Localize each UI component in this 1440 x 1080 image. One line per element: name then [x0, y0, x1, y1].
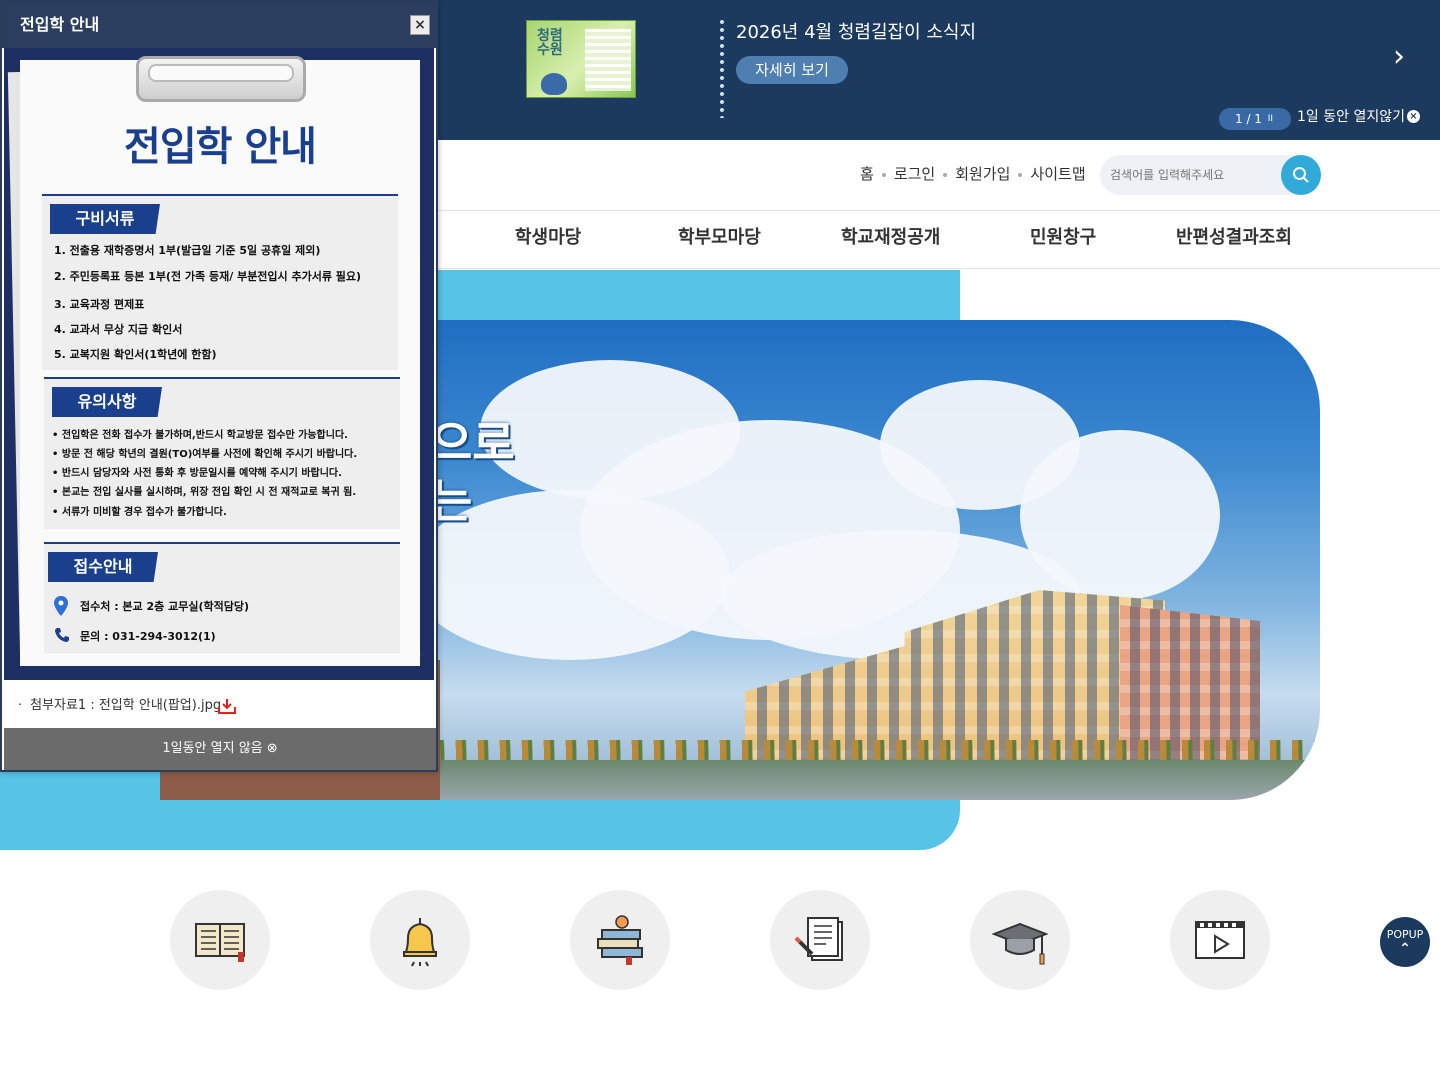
newsletter-thumbnail[interactable]: 청렴 수원: [526, 20, 636, 98]
reception-phone: 문의 : 031-294-3012(1): [80, 630, 216, 643]
section-label: 구비서류: [50, 204, 160, 234]
chevron-right-icon[interactable]: ›: [1386, 42, 1412, 72]
document-pen-icon: [794, 917, 843, 961]
popup-no-open-today-button[interactable]: 1일동안 열지 않음 ⊗: [4, 728, 436, 770]
gnb-bottom-border: [438, 268, 1440, 269]
section-notes: 유의사항 • 전입학은 전화 접수가 불가하며,반드시 학교방문 접수만 가능합…: [44, 377, 400, 529]
location-pin-icon: [54, 596, 68, 616]
attachment-link[interactable]: ㆍ 첨부자료1 : 전입학 안내(팝업).jpg: [14, 696, 221, 716]
search-button[interactable]: [1281, 155, 1321, 195]
quick-link-study[interactable]: [570, 890, 670, 990]
doc-item: 5. 교복지원 확인서(1학년에 한함): [54, 348, 217, 361]
popup-toggle-button[interactable]: POPUP ⌃: [1380, 917, 1430, 967]
hero-slogan-line2: 는: [430, 474, 473, 528]
section-label: 접수안내: [48, 552, 158, 582]
books-apple-icon: [597, 915, 643, 965]
gnb-parents[interactable]: 학부모마당: [678, 225, 761, 251]
mascot-icon: [541, 73, 567, 95]
hero-slogan: 으로 는: [430, 414, 515, 530]
download-icon[interactable]: [218, 698, 236, 714]
close-circle-icon[interactable]: ×: [1407, 110, 1420, 123]
banner-no-open-today[interactable]: 1일 동안 열지않기: [1297, 106, 1405, 128]
pager-count: 1 / 1: [1235, 112, 1262, 126]
quick-link-graduation[interactable]: [970, 890, 1070, 990]
note-item: • 전입학은 전화 접수가 불가하며,반드시 학교방문 접수만 가능합니다.: [52, 430, 348, 441]
search-icon: [1293, 167, 1309, 183]
note-item: • 본교는 전입 실사를 실시하며, 위장 전입 확인 시 전 재적교로 복귀 …: [52, 487, 357, 498]
graduation-cap-icon: [992, 922, 1048, 965]
quick-link-notice[interactable]: [370, 890, 470, 990]
gnb-class-result[interactable]: 반편성결과조회: [1176, 225, 1292, 251]
hero-slogan-line1: 으로: [430, 416, 515, 470]
gnb-civil[interactable]: 민원창구: [1030, 225, 1096, 251]
note-item: • 반드시 담당자와 사전 통화 후 방문일시를 예약해 주시기 바랍니다.: [52, 468, 342, 479]
quick-link-video[interactable]: [1170, 890, 1270, 990]
pause-icon[interactable]: II: [1268, 108, 1273, 130]
note-item: • 서류가 미비할 경우 접수가 불가합니다.: [52, 507, 227, 518]
doc-item: 4. 교과서 무상 지급 확인서: [54, 323, 183, 336]
note-item: • 방문 전 해당 학년의 결원(TO)여부를 사전에 확인해 주시기 바랍니다…: [52, 449, 358, 460]
quick-link-book[interactable]: [170, 890, 270, 990]
section-reception: 접수안내 접수처 : 본교 2층 교무실(학적담당) 문의 : 031-294-…: [44, 542, 400, 653]
banner-pager: 1 / 1 II: [1219, 108, 1291, 130]
phone-icon: [55, 628, 69, 642]
bell-icon: [403, 918, 437, 967]
thumbnail-title: 청렴 수원: [537, 28, 563, 58]
util-sitemap-link[interactable]: 사이트맵: [1030, 165, 1085, 183]
popup-toggle-label: POPUP: [1386, 928, 1424, 941]
popup-close-button[interactable]: ×: [410, 15, 430, 35]
util-join-link[interactable]: 회원가입: [955, 165, 1010, 183]
dotted-divider: [720, 18, 724, 118]
notice-title: 전입학 안내: [124, 124, 317, 170]
page: 청렴 수원 2026년 4월 청렴길잡이 소식지 자세히 보기 › 1 / 1 …: [0, 0, 1440, 1080]
section-required-documents: 구비서류 1. 전출용 재학증명서 1부(발급일 기준 5일 공휴일 제외) 2…: [42, 194, 398, 370]
utility-nav: 홈 로그인 회원가입 사이트맵: [860, 162, 1086, 186]
transfer-info-popup: 전입학 안내 × 전입학 안내 구비서류 1. 전출용 재학증명서 1부(발급일…: [0, 0, 438, 772]
gnb-student[interactable]: 학생마당: [515, 225, 581, 251]
video-icon: [1195, 921, 1245, 959]
util-home-link[interactable]: 홈: [860, 165, 874, 183]
banner-more-button[interactable]: 자세히 보기: [736, 56, 848, 84]
popup-header: 전입학 안내: [2, 2, 436, 48]
doc-item: 3. 교육과정 편제표: [54, 298, 145, 311]
clipboard-clip-hole: [148, 64, 294, 82]
book-icon: [195, 923, 245, 962]
thumbnail-text-lines: [585, 29, 631, 91]
doc-item: 1. 전출용 재학증명서 1부(발급일 기준 5일 공휴일 제외): [54, 244, 321, 257]
quick-link-documents[interactable]: [770, 890, 870, 990]
reception-place: 접수처 : 본교 2층 교무실(학적담당): [80, 600, 249, 613]
section-label: 유의사항: [52, 387, 162, 417]
chevron-up-icon: ⌃: [1399, 941, 1411, 957]
gnb-finance[interactable]: 학교재정공개: [841, 225, 940, 251]
util-login-link[interactable]: 로그인: [894, 165, 935, 183]
doc-item: 2. 주민등록표 등본 1부(전 가족 등재/ 부분전입시 추가서류 필요): [54, 270, 362, 283]
gnb-top-border: [438, 210, 1440, 211]
banner-news-title[interactable]: 2026년 4월 청렴길잡이 소식지: [736, 20, 976, 46]
